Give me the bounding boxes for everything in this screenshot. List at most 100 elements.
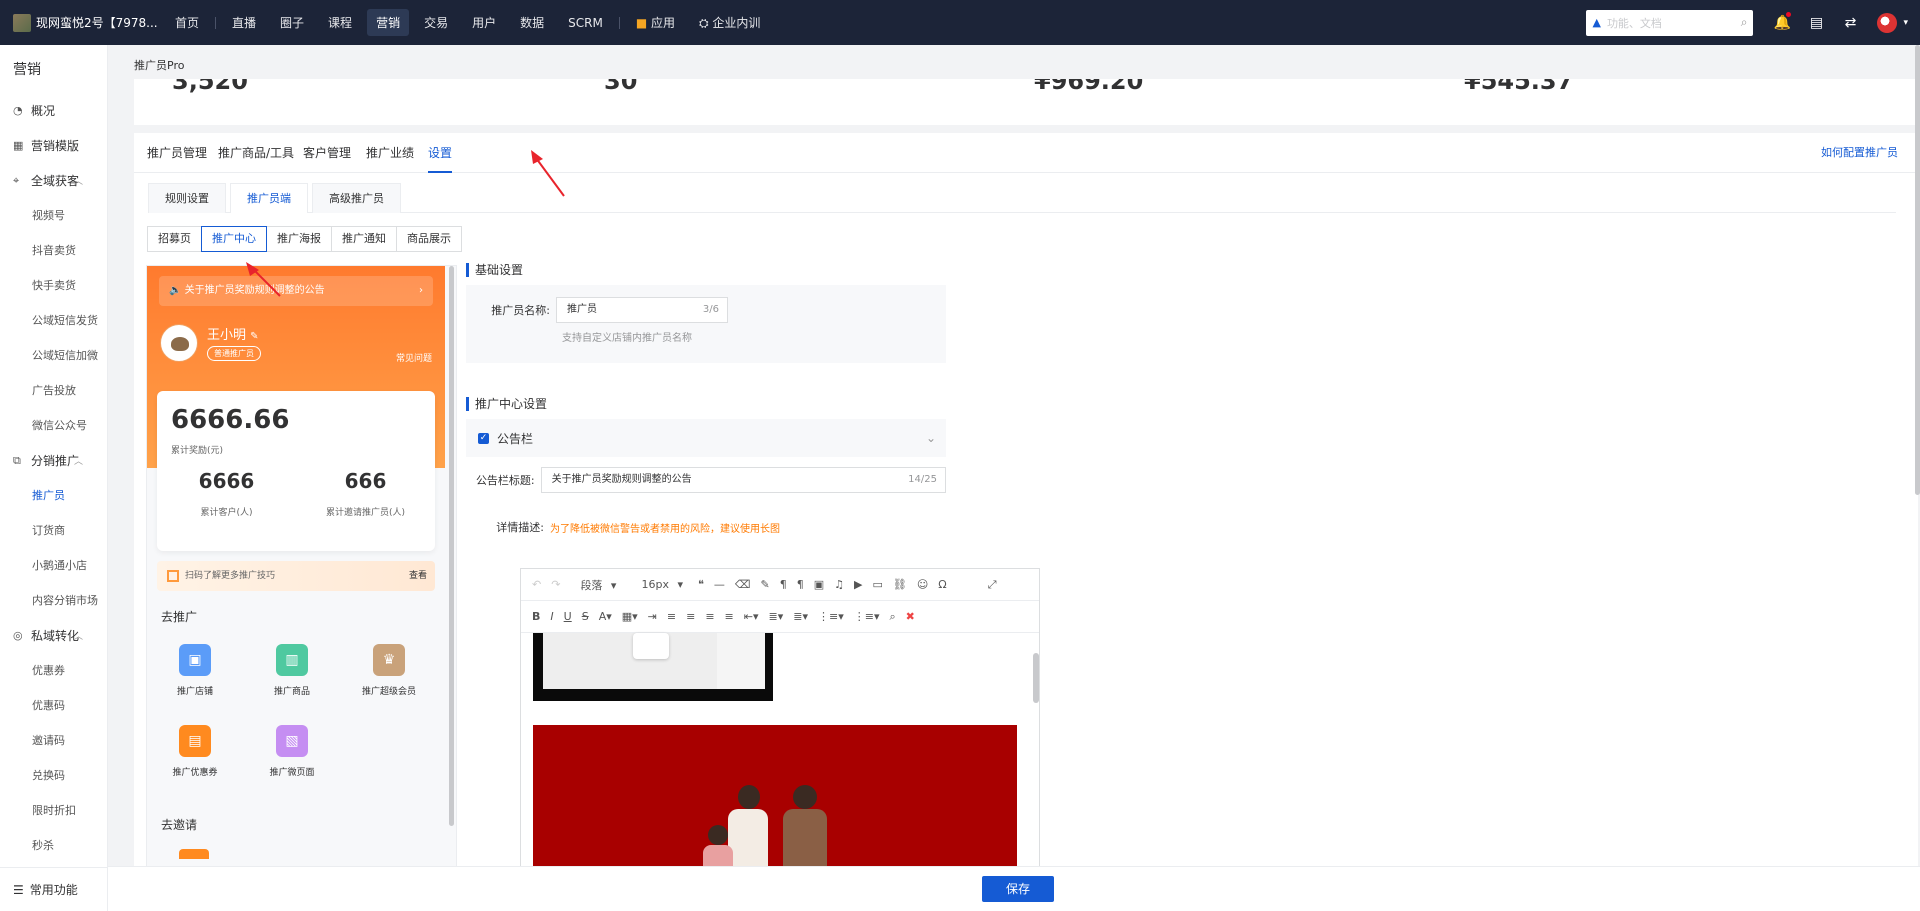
sidebar-item-flash-sale[interactable]: 秒杀 — [0, 828, 107, 863]
faq-link[interactable]: 常见问题 — [396, 351, 432, 364]
tab-promoter-manage[interactable]: 推广员管理 — [147, 133, 207, 173]
sidebar-item-templates[interactable]: ▦ 营销模版 — [0, 128, 107, 163]
image-icon[interactable]: ▣ — [814, 578, 824, 591]
tab-performance[interactable]: 推广业绩 — [366, 133, 414, 173]
tab-promo-center[interactable]: 推广中心 — [201, 226, 267, 252]
align-justify-icon[interactable]: ≡ — [725, 610, 734, 623]
sidebar-item-dealer[interactable]: 订货商 — [0, 513, 107, 548]
editor-scrollbar[interactable] — [1033, 653, 1039, 703]
qr-tip-bar[interactable]: 扫码了解更多推广技巧 查看 — [157, 561, 435, 591]
plugin-icon[interactable]: ✖ — [906, 610, 915, 623]
indent-icon[interactable]: ⇥ — [648, 610, 657, 623]
help-link[interactable]: 如何配置推广员 — [1821, 133, 1898, 173]
unordered-list-icon[interactable]: ⋮≡▾ — [854, 610, 880, 623]
sidebar-item-sms-wechat[interactable]: 公域短信加微 — [0, 338, 107, 373]
promoter-name-input[interactable]: 推广员 3/6 — [556, 297, 728, 323]
nav-live[interactable]: 直播 — [223, 9, 265, 36]
switch-icon[interactable]: ⇄ — [1833, 15, 1867, 31]
nav-home[interactable]: 首页 — [166, 9, 208, 36]
emoji-icon[interactable]: ☺ — [917, 578, 928, 591]
search-box[interactable]: ▲ 功能、文档 ⌕ — [1586, 9, 1754, 36]
tab-settings[interactable]: 设置 — [428, 133, 453, 173]
store-icon[interactable]: ▤ — [1799, 15, 1833, 31]
nav-course[interactable]: 课程 — [319, 9, 361, 36]
align-right-icon[interactable]: ≡ — [705, 610, 714, 623]
sidebar-item-content-market[interactable]: 内容分销市场 — [0, 583, 107, 618]
tab-promoter-side[interactable]: 推广员端 — [230, 183, 308, 213]
promote-vip[interactable]: ♛ 推广超级会员 — [349, 644, 429, 697]
sidebar-group-distribution[interactable]: ⧉ 分销推广 ︿ — [0, 443, 107, 478]
sidebar-item-ads[interactable]: 广告投放 — [0, 373, 107, 408]
tab-poster[interactable]: 推广海报 — [266, 226, 332, 252]
tab-rules[interactable]: 规则设置 — [148, 183, 226, 213]
sidebar-item-douyin[interactable]: 抖音卖货 — [0, 233, 107, 268]
strike-icon[interactable]: S — [582, 610, 589, 623]
music-icon[interactable]: ♫ — [834, 578, 844, 591]
chevron-down-icon[interactable]: ▾ — [1903, 18, 1908, 28]
sidebar-item-mini-shop[interactable]: 小鹅通小店 — [0, 548, 107, 583]
align-center-icon[interactable]: ≡ — [686, 610, 695, 623]
omega-icon[interactable]: Ω — [938, 578, 946, 591]
underline-icon[interactable]: U — [564, 610, 572, 623]
tab-goods-display[interactable]: 商品展示 — [396, 226, 462, 252]
preview-scrollbar[interactable] — [449, 266, 454, 826]
paragraph-select[interactable]: 段落 ▾ — [570, 577, 621, 593]
save-button[interactable]: 保存 — [982, 876, 1054, 902]
redo-icon[interactable]: ↷ — [551, 578, 560, 591]
tab-recruit-page[interactable]: 招募页 — [147, 226, 202, 252]
preview-notice[interactable]: 🔈 关于推广员奖励规则调整的公告 › — [159, 276, 433, 306]
fullscreen-icon[interactable]: ⤢ — [988, 578, 997, 592]
tab-promote-goods[interactable]: 推广商品/工具 — [218, 133, 294, 173]
tab-advanced[interactable]: 高级推广员 — [312, 183, 401, 213]
page-scrollbar[interactable] — [1915, 45, 1920, 495]
ordered-list-icon[interactable]: ⋮≡▾ — [818, 610, 844, 623]
bell-icon[interactable]: 🔔 — [1765, 11, 1799, 31]
align-left-icon[interactable]: ≡ — [667, 610, 676, 623]
sidebar-item-promoter[interactable]: 推广员 — [0, 478, 107, 513]
promote-coupon[interactable]: ▤ 推广优惠券 — [155, 725, 235, 778]
sidebar-item-overview[interactable]: ◔ 概况 — [0, 93, 107, 128]
avatar[interactable] — [1877, 12, 1898, 33]
bg-color-icon[interactable]: ▦▾ — [622, 610, 638, 623]
nav-circle[interactable]: 圈子 — [271, 9, 313, 36]
nav-data[interactable]: 数据 — [511, 9, 553, 36]
sidebar-common-functions[interactable]: ☰ 常用功能 — [0, 867, 107, 911]
search-icon[interactable]: ⌕ — [1741, 15, 1748, 30]
quote-icon[interactable]: ❝ — [698, 578, 704, 591]
promote-micropage[interactable]: ▧ 推广微页面 — [252, 725, 332, 778]
tab-notice[interactable]: 推广通知 — [331, 226, 397, 252]
sidebar-item-invite-code[interactable]: 邀请码 — [0, 723, 107, 758]
sidebar-group-acquisition[interactable]: ⌖ 全域获客 ︿ — [0, 163, 107, 198]
italic-icon[interactable]: I — [550, 610, 553, 623]
tab-customers[interactable]: 客户管理 — [303, 133, 351, 173]
notice-title-input[interactable]: 关于推广员奖励规则调整的公告 14/25 — [540, 467, 946, 493]
ltr-icon[interactable]: ¶ — [780, 578, 787, 591]
link-icon[interactable]: ⛓ — [893, 578, 907, 591]
search-input[interactable]: 功能、文档 — [1607, 15, 1741, 31]
spacing-icon[interactable]: ≣▾ — [793, 610, 808, 623]
sidebar-group-private[interactable]: ◎ 私域转化 ︿ — [0, 618, 107, 653]
rich-text-editor[interactable]: ↶ ↷ 段落 ▾ 16px ▾ ❝ — ⌫ ✎ ¶ ¶ ▣ ♫ ▶ ▭ ⛓ ☺ … — [520, 568, 1040, 911]
sidebar-item-redeem-code[interactable]: 兑换码 — [0, 758, 107, 793]
rtl-icon[interactable]: ¶ — [797, 578, 804, 591]
sidebar-item-coupon[interactable]: 优惠券 — [0, 653, 107, 688]
bold-icon[interactable]: B — [532, 610, 540, 623]
shop-switcher[interactable]: 现网蛮悦2号【7978... — [0, 13, 163, 32]
sidebar-item-kuaishou[interactable]: 快手卖货 — [0, 268, 107, 303]
undo-icon[interactable]: ↶ — [532, 578, 541, 591]
sidebar-item-sms-ship[interactable]: 公域短信发货 — [0, 303, 107, 338]
hr-icon[interactable]: — — [714, 578, 725, 591]
nav-users[interactable]: 用户 — [463, 9, 505, 36]
line-height-icon[interactable]: ≣▾ — [769, 610, 784, 623]
nav-apps[interactable]: ■ 应用 — [627, 9, 684, 36]
indent-select-icon[interactable]: ⇤▾ — [744, 610, 759, 623]
media-icon[interactable]: ▭ — [872, 578, 882, 591]
sidebar-item-official-account[interactable]: 微信公众号 — [0, 408, 107, 443]
notice-collapse[interactable]: ✓ 公告栏 ⌄ — [466, 419, 946, 457]
sidebar-item-discount[interactable]: 限时折扣 — [0, 793, 107, 828]
search-replace-icon[interactable]: ⌕ — [890, 610, 896, 624]
notice-checkbox[interactable]: ✓ — [478, 432, 489, 444]
nav-marketing[interactable]: 营销 — [367, 9, 410, 36]
nav-scrm[interactable]: SCRM — [559, 11, 612, 35]
sidebar-item-channels[interactable]: 视频号 — [0, 198, 107, 233]
